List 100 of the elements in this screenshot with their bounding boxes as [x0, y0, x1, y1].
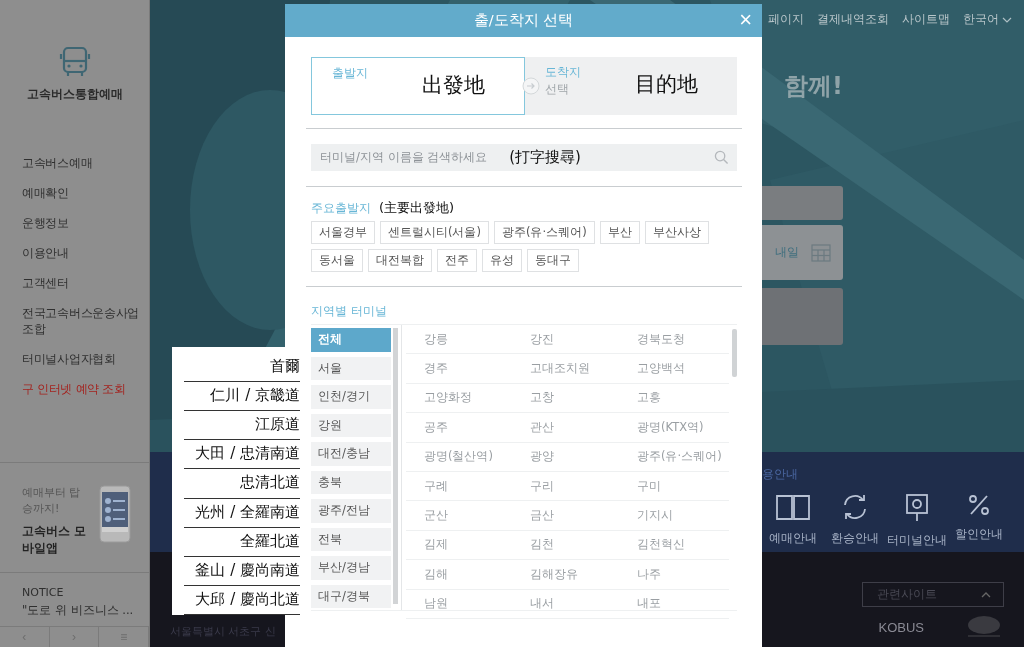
- terminal-item[interactable]: 강릉: [406, 331, 512, 347]
- terminal-item[interactable]: 고양화정: [406, 390, 512, 406]
- menu-item[interactable]: 이용안내: [22, 238, 146, 268]
- guide-title: 용안내: [762, 466, 799, 483]
- terminal-item[interactable]: 고양백석: [619, 361, 719, 377]
- terminal-chip[interactable]: 전주: [437, 249, 477, 272]
- notice-link[interactable]: "도로 위 비즈니스 ...: [22, 603, 139, 618]
- section-title: 지역별 터미널: [311, 304, 387, 318]
- terminal-item[interactable]: 광명(KTX역): [619, 419, 719, 435]
- annotation-text: 大田 / 忠清南道: [184, 440, 300, 470]
- kobus-logo[interactable]: KOBUS: [878, 619, 924, 635]
- region-tab[interactable]: 부산/경남: [311, 556, 391, 580]
- notice-label: NOTICE: [22, 586, 65, 599]
- signpost-icon: [905, 493, 929, 523]
- guide-link[interactable]: 할인안내: [948, 493, 1010, 548]
- terminal-chip[interactable]: 동대구: [527, 249, 579, 272]
- region-tab[interactable]: 광주/전남: [311, 499, 391, 523]
- top-nav-link[interactable]: 페이지: [768, 11, 804, 28]
- terminal-item[interactable]: 김천: [512, 537, 619, 553]
- modal-title: 출/도착지 선택: [473, 11, 574, 30]
- close-button[interactable]: ×: [737, 8, 754, 32]
- menu-item[interactable]: 고속버스예매: [22, 148, 146, 178]
- terminal-item[interactable]: 경주: [406, 361, 512, 377]
- site-title: 고속버스통합예매: [26, 87, 123, 102]
- terminal-chip[interactable]: 서울경부: [311, 221, 375, 244]
- menu-item[interactable]: 전국고속버스운송사업조합: [22, 298, 146, 344]
- scrollbar-thumb[interactable]: [732, 329, 737, 377]
- menu-item[interactable]: 고객센터: [22, 268, 146, 298]
- annotation-text: 光州 / 全羅南道: [184, 498, 300, 528]
- terminal-item[interactable]: 구리: [512, 478, 619, 494]
- endpoint-box[interactable]: 출발지 出發地: [311, 57, 525, 115]
- terminal-item[interactable]: 고대조치원: [512, 361, 619, 377]
- terminal-item[interactable]: 구미: [619, 478, 719, 494]
- terminal-item[interactable]: 강진: [512, 331, 619, 347]
- percent-icon: [967, 493, 991, 517]
- terminal-item[interactable]: 관산: [512, 419, 619, 435]
- terminal-item[interactable]: 금산: [512, 508, 619, 524]
- annotation-text: 忠清北道: [184, 469, 300, 499]
- annotation-text: 江原道: [184, 411, 300, 441]
- region-tab[interactable]: 대구/경북: [311, 584, 391, 608]
- terminal-item[interactable]: 구례: [406, 478, 512, 494]
- terminal-item[interactable]: 고흥: [619, 390, 719, 406]
- annotation-text: 大邱 / 慶尚北道: [184, 585, 300, 615]
- terminal-item[interactable]: 김천혁신: [619, 537, 719, 553]
- book-icon: [775, 493, 811, 521]
- terminal-item[interactable]: 김해장유: [512, 566, 619, 582]
- search-field[interactable]: 터미널/지역 이름을 검색하세요 (打字搜尋): [311, 144, 737, 171]
- terminal-item[interactable]: 내포: [619, 596, 719, 612]
- phone-drawing: [99, 485, 131, 543]
- annotation-text: 釜山 / 慶尚南道: [184, 556, 300, 586]
- calendar-icon[interactable]: [811, 243, 831, 262]
- top-nav-link[interactable]: 결제내역조회: [817, 11, 889, 28]
- terminal-chip[interactable]: 유성: [482, 249, 522, 272]
- region-tab[interactable]: 대전/충남: [311, 442, 391, 466]
- bus-icon[interactable]: [57, 45, 92, 79]
- endpoint-box[interactable]: 도착지 선택 目的地: [525, 57, 737, 115]
- section-title: 주요출발지: [311, 200, 371, 216]
- top-nav-link[interactable]: 사이트맵: [902, 11, 950, 28]
- terminal-item[interactable]: 광양: [512, 449, 619, 465]
- terminal-item[interactable]: 나주: [619, 566, 719, 582]
- terminal-item[interactable]: 광명(철산역): [406, 449, 512, 465]
- region-tab[interactable]: 강원: [311, 413, 391, 437]
- menu-item[interactable]: 예매확인: [22, 178, 146, 208]
- terminal-chip[interactable]: 센트럴시티(서울): [380, 221, 489, 244]
- annotation-text: 仁川 / 京畿道: [184, 382, 300, 412]
- headline: 함께!: [784, 71, 843, 102]
- refresh-icon: [841, 493, 869, 521]
- terminal-item[interactable]: 내서: [512, 596, 619, 612]
- terminal-item[interactable]: 경북도청: [619, 331, 719, 347]
- menu-item[interactable]: 구 인터넷 예약 조회: [22, 374, 146, 404]
- region-tab[interactable]: 충북: [311, 470, 391, 494]
- terminal-chip[interactable]: 광주(유·스퀘어): [494, 221, 595, 244]
- terminal-item[interactable]: 김제: [406, 537, 512, 553]
- date-value: 내일: [775, 244, 799, 261]
- terminal-chip[interactable]: 부산사상: [644, 221, 709, 244]
- terminal-item[interactable]: 기지시: [619, 508, 719, 524]
- terminal-item[interactable]: 공주: [406, 419, 512, 435]
- region-tab[interactable]: 서울: [311, 356, 391, 380]
- terminal-item[interactable]: 고창: [512, 390, 619, 406]
- region-tab[interactable]: 전체: [311, 328, 391, 352]
- terminal-chip[interactable]: 부산: [599, 221, 640, 244]
- region-tab[interactable]: 전북: [311, 527, 391, 551]
- search-icon[interactable]: [714, 150, 729, 165]
- guide-link[interactable]: 터미널안내: [886, 493, 948, 548]
- caret-icon: [1002, 16, 1012, 23]
- terminal-item[interactable]: 남원: [406, 596, 512, 612]
- terminal-item[interactable]: 광주(유·스퀘어): [619, 449, 719, 465]
- terminal-item[interactable]: 군산: [406, 508, 512, 524]
- terminal-item[interactable]: 김해: [406, 566, 512, 582]
- region-tab[interactable]: 인천/경기: [311, 385, 391, 409]
- menu-item[interactable]: 터미널사업자협회: [22, 344, 146, 374]
- terminal-chip[interactable]: 동서울: [311, 249, 363, 272]
- top-nav-link[interactable]: 한국어: [963, 11, 999, 28]
- scrollbar[interactable]: [393, 328, 398, 604]
- app-title[interactable]: 고속버스 모바일앱: [22, 523, 88, 557]
- arrow-circle-icon: [522, 77, 540, 95]
- guide-link[interactable]: 예매안내: [762, 493, 824, 548]
- terminal-chip[interactable]: 대전복합: [368, 249, 432, 272]
- menu-item[interactable]: 운행정보: [22, 208, 146, 238]
- guide-link[interactable]: 환승안내: [824, 493, 886, 548]
